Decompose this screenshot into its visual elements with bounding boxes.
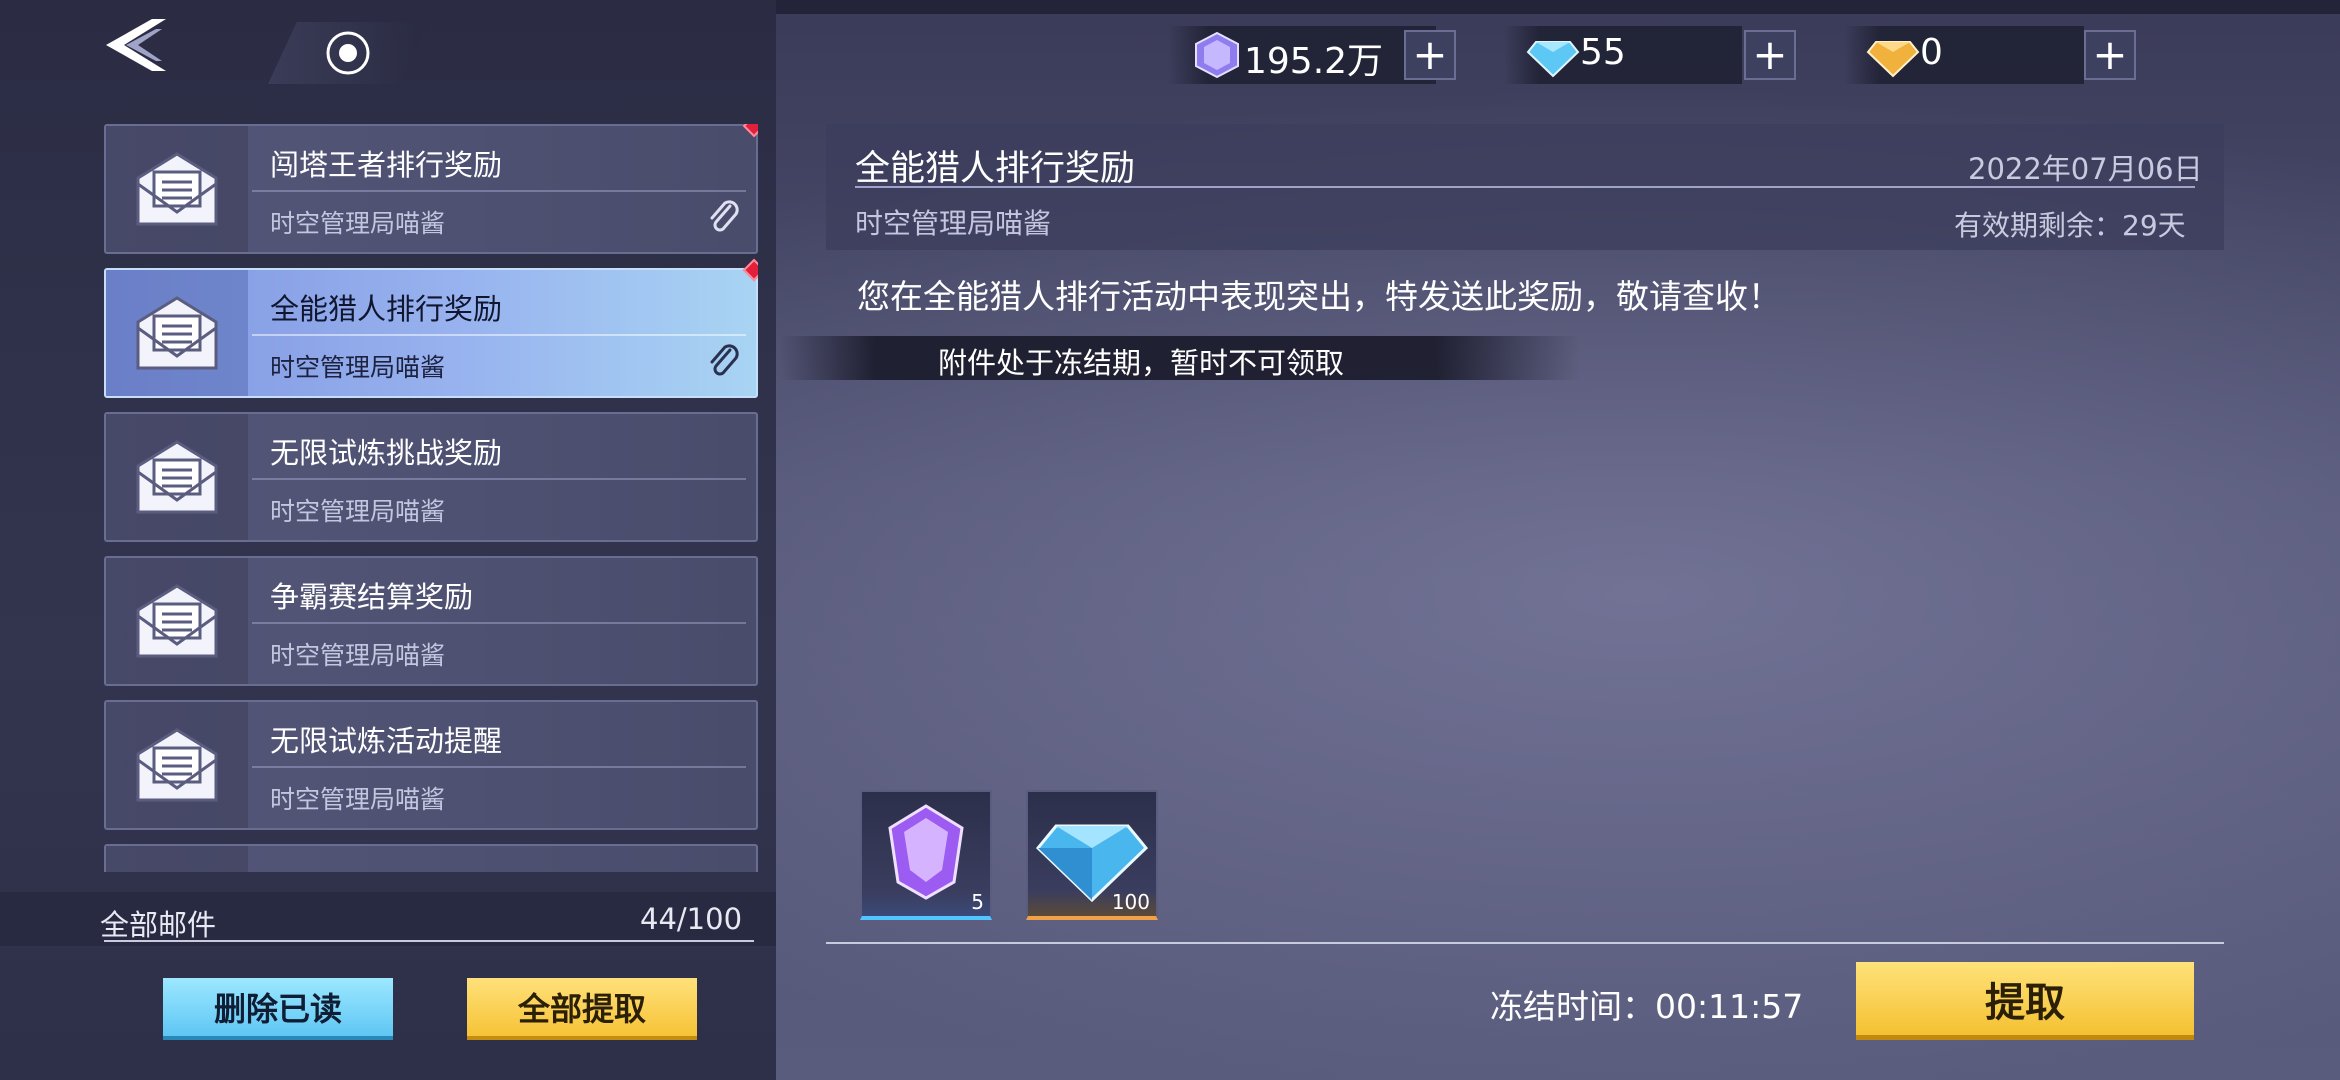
mail-item-selected[interactable]: 全能猎人排行奖励 时空管理局喵酱 [104,258,758,398]
blue-diamond-amount: 55 [1580,32,1626,73]
freeze-notice: 附件处于冻结期，暂时不可领取 [938,346,1345,380]
mail-icon-box [106,270,248,396]
mail-sender: 时空管理局喵酱 [270,641,446,670]
attachment-item[interactable]: 100 [1026,790,1158,920]
mail-sender: 时空管理局喵酱 [270,497,446,526]
paperclip-icon [710,344,739,376]
envelope-icon [136,296,218,370]
blue-diamond-icon [1526,41,1580,78]
gold-diamond-amount: 0 [1920,32,1943,73]
gold-diamond-icon [1866,41,1920,78]
detail-sender: 时空管理局喵酱 [855,207,1052,240]
purple-crystal-icon [1195,31,1239,79]
add-gold-diamond-button[interactable]: + [2084,30,2136,80]
mail-item-partial[interactable] [104,844,758,872]
mail-title: 无限试炼活动提醒 [270,724,503,758]
mail-icon-box [106,414,248,540]
attachment-divider [826,942,2224,944]
currency-blue-diamond: 55 [1504,26,1742,84]
mail-item[interactable]: 无限试炼活动提醒 时空管理局喵酱 [104,700,758,830]
mail-divider [252,478,746,480]
mail-sender: 时空管理局喵酱 [270,209,446,238]
mail-icon-box [106,702,248,828]
detail-title: 全能猎人排行奖励 [855,149,1136,189]
attachment-count: 100 [1111,890,1150,914]
mail-title: 争霸赛结算奖励 [270,580,474,614]
currency-gold-diamond: 0 [1844,26,2084,84]
crystal-amount: 195.2万 [1244,41,1384,82]
mail-body-text: 您在全能猎人排行活动中表现突出，特发送此奖励，敬请查收！ [857,277,1781,316]
mail-item[interactable]: 争霸赛结算奖励 时空管理局喵酱 [104,556,758,686]
paperclip-icon [710,200,739,232]
back-button[interactable] [100,14,172,76]
mail-divider [252,766,746,768]
mail-title: 无限试炼挑战奖励 [270,436,503,470]
detail-date: 2022年07月06日 [1968,152,2203,186]
mail-sender: 时空管理局喵酱 [270,785,446,814]
envelope-icon [136,152,218,226]
target-icon [326,31,370,75]
delete-read-button[interactable]: 删除已读 [163,978,393,1040]
mail-item[interactable]: 无限试炼挑战奖励 时空管理局喵酱 [104,412,758,542]
mail-item[interactable]: 闯塔王者排行奖励 时空管理局喵酱 [104,124,758,254]
claim-button[interactable]: 提取 [1856,962,2194,1040]
back-arrow-icon [106,19,166,71]
unread-dot [742,124,758,138]
mail-title: 闯塔王者排行奖励 [270,148,503,182]
mail-icon-box [106,126,248,252]
add-blue-diamond-button[interactable]: + [1744,30,1796,80]
mail-count: 44/100 [640,902,743,936]
currency-crystal: 195.2万 [1168,26,1436,84]
mail-divider [252,190,746,192]
mail-icon-box [106,846,248,872]
detail-divider [855,186,2195,188]
mail-divider [252,334,746,336]
envelope-icon [136,584,218,658]
attachment-count: 5 [971,890,984,914]
mail-icon-box [106,558,248,684]
attachment-item[interactable]: 5 [860,790,992,920]
envelope-icon [136,728,218,802]
mail-title: 全能猎人排行奖励 [270,292,503,326]
detail-expiry: 有效期剩余：29天 [1954,209,2186,242]
claim-all-button[interactable]: 全部提取 [467,978,697,1040]
unread-dot [742,258,758,282]
mail-list: 闯塔王者排行奖励 时空管理局喵酱 全能猎人排行奖励 时空管理局喵酱 无限试炼挑战… [104,124,758,872]
envelope-icon [136,440,218,514]
freeze-countdown: 冻结时间：00:11:57 [1490,987,1804,1026]
footer-divider [104,940,754,942]
mail-divider [252,622,746,624]
all-mail-label: 全部邮件 [100,908,217,942]
add-crystal-button[interactable]: + [1404,30,1456,80]
mail-sender: 时空管理局喵酱 [270,353,446,382]
